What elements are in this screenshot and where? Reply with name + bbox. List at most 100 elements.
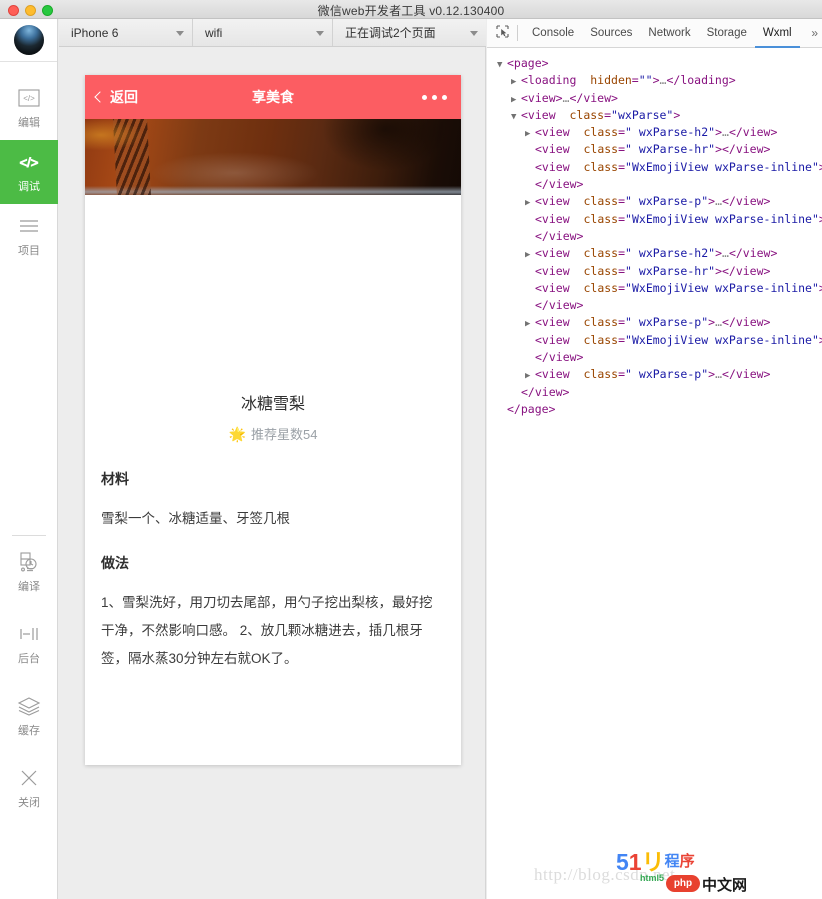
svg-text:</>: </>: [23, 94, 35, 103]
wxml-tree-row-text: <view class=" wxParse-p">…</view>: [535, 315, 771, 330]
chevron-right-icon[interactable]: ▶: [511, 93, 521, 108]
debug-pages-select[interactable]: 正在调试2个页面: [333, 19, 486, 46]
wxml-tree-row[interactable]: <view class=" wxParse-hr"></view>: [497, 264, 822, 281]
more-menu-button[interactable]: [422, 94, 447, 100]
sidebar-item-close[interactable]: 关闭: [0, 752, 58, 824]
chevron-right-icon[interactable]: ▶: [525, 196, 535, 211]
wxml-tree-row[interactable]: ▶ <view>…</view>: [497, 91, 822, 108]
content-spacer: [85, 195, 461, 390]
sidebar-item-debug[interactable]: </> 调试: [0, 140, 58, 204]
dot-icon: [432, 94, 437, 100]
chevron-right-icon[interactable]: ▶: [525, 248, 535, 263]
tab-console[interactable]: Console: [524, 19, 582, 48]
wxml-tree-row-text: <view class=" wxParse-hr"></view>: [535, 263, 771, 278]
chevron-down-icon: [176, 30, 184, 36]
wxml-tree-row[interactable]: <view class=" wxParse-hr"></view>: [497, 142, 822, 159]
tab-wxml[interactable]: Wxml: [755, 19, 800, 48]
chevron-right-icon[interactable]: ▶: [525, 127, 535, 142]
star-icon: 🌟: [228, 425, 246, 442]
wxml-tree-row-text: <view class="WxEmojiView wxParse-inline"…: [535, 280, 822, 295]
chevron-down-icon[interactable]: ▼: [497, 58, 507, 73]
dot-icon: [442, 94, 447, 100]
recipe-star-rating: 🌟 推荐星数54: [101, 424, 445, 443]
chevron-right-icon[interactable]: ▶: [525, 317, 535, 332]
wxml-tree-row-text: <view class=" wxParse-p">…</view>: [535, 194, 771, 209]
chevron-down-icon: [470, 30, 478, 36]
tab-network[interactable]: Network: [640, 19, 698, 48]
sidebar-item-label: 编辑: [18, 117, 40, 129]
wxml-tree-row[interactable]: <view class="WxEmojiView wxParse-inline"…: [497, 333, 822, 350]
wxml-tree-row-text: </page>: [507, 401, 556, 416]
wxml-tree-row[interactable]: </view>: [497, 350, 822, 367]
sidebar-bottom-group: 编译 后台 缓存 关闭: [0, 535, 58, 824]
list-icon: [18, 214, 40, 238]
wxml-tree-row[interactable]: <view class="WxEmojiView wxParse-inline"…: [497, 160, 822, 177]
wxml-tree-row[interactable]: </view>: [497, 298, 822, 315]
wxml-tree-row[interactable]: </view>: [497, 177, 822, 194]
wxml-tree-row[interactable]: <view class="WxEmojiView wxParse-inline"…: [497, 281, 822, 298]
wxml-tree-row[interactable]: <view class="WxEmojiView wxParse-inline"…: [497, 212, 822, 229]
sidebar-item-edit[interactable]: </> 编辑: [0, 76, 58, 140]
wxml-tree-row[interactable]: ▶ <view class=" wxParse-h2">…</view>: [497, 125, 822, 142]
wxml-tree-row[interactable]: ▶ <view class=" wxParse-p">…</view>: [497, 367, 822, 384]
devtools-tabbar: Console Sources Network Storage Wxml »: [487, 19, 822, 48]
sidebar-item-label: 缓存: [18, 725, 40, 737]
sidebar-item-compile[interactable]: 编译: [0, 536, 58, 608]
wxml-tree-row[interactable]: ▶ <view class=" wxParse-p">…</view>: [497, 315, 822, 332]
wxml-dom-tree[interactable]: ▼ <page> ▶ <loading hidden="">…</loading> ▶ <…: [487, 48, 822, 419]
wxml-tree-row-text: <view class=" wxParse-h2">…</view>: [535, 246, 778, 261]
chevron-right-icon[interactable]: ▶: [525, 369, 535, 384]
wxml-tree-row[interactable]: </page>: [497, 402, 822, 419]
phone-preview: 返回 享美食 冰糖雪梨 🌟 推荐星数54 材料 雪梨一个、冰糖适量、牙签几根 做…: [85, 75, 461, 765]
wxml-tree-row-text: <view class=" wxParse-h2">…</view>: [535, 125, 778, 140]
tab-sources[interactable]: Sources: [582, 19, 640, 48]
device-select-value: iPhone 6: [71, 25, 119, 40]
wxml-tree-row[interactable]: ▼ <view class="wxParse">: [497, 108, 822, 125]
wxml-tree-row[interactable]: </view>: [497, 229, 822, 246]
code-icon: </>: [16, 150, 42, 174]
sidebar-item-project[interactable]: 项目: [0, 204, 58, 268]
steps-heading: 做法: [101, 555, 129, 571]
chevron-down-icon[interactable]: ▼: [511, 110, 521, 125]
wxml-tree-row[interactable]: ▼ <page>: [497, 56, 822, 73]
recipe-content: 冰糖雪梨 🌟 推荐星数54 材料 雪梨一个、冰糖适量、牙签几根 做法 1、雪梨洗…: [85, 390, 461, 673]
wxml-tree-row[interactable]: </view>: [497, 385, 822, 402]
avatar[interactable]: [13, 25, 44, 55]
wxml-tree-row-text: <page>: [507, 56, 549, 70]
inspect-element-button[interactable]: [487, 24, 517, 42]
wxml-tree-row-text: <loading hidden="">…</loading>: [521, 73, 736, 88]
network-select[interactable]: wifi: [193, 19, 333, 46]
simulator-panel: iPhone 6 wifi 正在调试2个页面 返回 享美食 冰糖雪梨 🌟 推荐星…: [59, 19, 486, 899]
code-icon: </>: [18, 86, 40, 110]
left-sidebar: </> 编辑 </> 调试 项目 编译 后台 缓存 关闭: [0, 19, 58, 899]
avatar-container[interactable]: [0, 19, 57, 62]
tabs-overflow-button[interactable]: »: [811, 26, 818, 40]
app-title: 微信web开发者工具 v0.12.130400: [317, 4, 505, 18]
wxml-tree-row[interactable]: ▶ <view class=" wxParse-h2">…</view>: [497, 246, 822, 263]
wxml-tree-row-text: </view>: [535, 228, 584, 243]
back-button[interactable]: 返回: [94, 87, 138, 107]
wxml-tree-row[interactable]: ▶ <loading hidden="">…</loading>: [497, 73, 822, 90]
sidebar-top-group: </> 编辑 </> 调试 项目: [0, 62, 58, 268]
sidebar-item-background[interactable]: 后台: [0, 608, 58, 680]
sidebar-item-label: 项目: [18, 245, 40, 257]
wxml-tree-row-text: <view class="WxEmojiView wxParse-inline"…: [535, 159, 822, 174]
app-window: 微信web开发者工具 v0.12.130400 </> 编辑 </> 调试 项目…: [0, 0, 822, 899]
window-titlebar: 微信web开发者工具 v0.12.130400: [0, 0, 822, 19]
page-title: 享美食: [252, 89, 294, 105]
tab-storage[interactable]: Storage: [699, 19, 755, 48]
chevron-right-icon[interactable]: ▶: [511, 75, 521, 90]
sidebar-item-cache[interactable]: 缓存: [0, 680, 58, 752]
device-select[interactable]: iPhone 6: [59, 19, 193, 46]
steps-text: 1、雪梨洗好，用刀切去尾部，用勺子挖出梨核，最好挖干净，不然影响口感。 2、放几…: [101, 595, 433, 666]
wxml-tree-row[interactable]: ▶ <view class=" wxParse-p">…</view>: [497, 194, 822, 211]
